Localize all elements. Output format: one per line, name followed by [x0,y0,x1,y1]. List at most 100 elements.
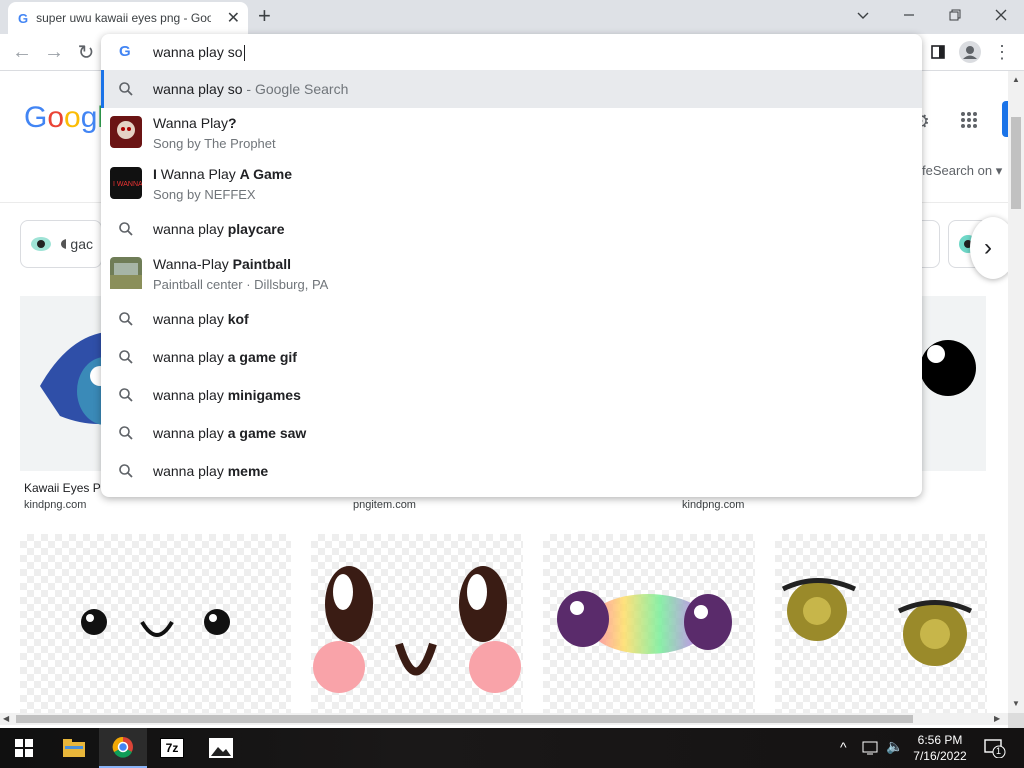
google-logo[interactable]: Googl [24,101,104,135]
search-icon [119,82,133,96]
chip-label: gac [70,236,93,252]
reload-button[interactable]: ↻ [72,38,100,66]
suggestion-item[interactable]: wanna play so - Google Search [101,70,922,108]
apps-grid-icon[interactable] [960,111,978,134]
omnibox[interactable]: G wanna play so [101,34,922,70]
tab-search-icon[interactable] [840,0,886,30]
suggestion-bold: A Game [239,166,293,182]
suggestion-bold: ? [227,115,237,131]
tab-title: super uwu kawaii eyes png - Goo [36,11,212,25]
black-eye-thumbnail [920,340,976,396]
menu-icon[interactable]: ⋮ [988,38,1016,66]
safesearch-label: feSearch on [922,163,993,178]
image-result[interactable] [916,296,986,471]
image-result[interactable] [20,534,291,713]
suggestion-item[interactable]: wanna play meme [101,452,922,490]
suggestion-text: Wanna Play [156,166,240,182]
result-source: kindpng.com [24,499,87,511]
7zip-icon[interactable]: 7z [148,728,196,768]
suggestion-text: wanna play [153,221,228,237]
suggestion-bold: Paintball [232,256,291,272]
tab-strip: G super uwu kawaii eyes png - Goo ✕ + [0,0,1024,34]
vertical-scrollbar[interactable]: ▲ ▼ [1008,71,1024,713]
browser-tab[interactable]: G super uwu kawaii eyes png - Goo ✕ [8,2,248,34]
search-icon [119,312,133,326]
back-button[interactable]: ← [8,38,36,66]
suggestion-subtitle: Song by NEFFEX [153,187,256,202]
suggestion-item[interactable]: wanna play playcare [101,210,922,248]
omnibox-dropdown: G wanna play so wanna play so - Google S… [101,34,922,497]
search-icon [119,350,133,364]
scroll-down-arrow-icon[interactable]: ▼ [1012,699,1020,708]
suggestion-text: Wanna Play [153,115,228,131]
suggestion-item[interactable]: wanna play minigames [101,376,922,414]
search-icon [119,222,133,236]
suggestion-text: wanna play [153,311,228,327]
suggestion-bold: playcare [227,221,285,237]
new-tab-button[interactable]: + [258,3,271,29]
minimize-button[interactable] [886,0,932,30]
profile-avatar[interactable] [956,38,984,66]
clock-time: 6:56 PM [917,733,963,747]
suggestion-item[interactable]: Wanna-Play Paintball Paintball center · … [101,252,922,296]
result-title[interactable]: Kawaii Eyes Pl [24,481,103,495]
omnibox-text: wanna play so [153,44,243,60]
suggestion-item[interactable]: wanna play a game gif [101,338,922,376]
tray-overflow-chevron-icon[interactable]: ^ [840,739,847,755]
uwu-face-thumbnail [81,609,230,637]
horizontal-scrollbar[interactable]: ◀ ▶ [0,713,1008,725]
volume-icon[interactable]: 🔈 [886,738,903,755]
windows-start-icon[interactable] [0,728,48,768]
suggestion-bold: a game gif [227,349,297,365]
suggestion-text: wanna play [153,349,228,365]
suggestion-text: wanna play so [153,81,243,97]
restore-button[interactable] [932,0,978,30]
rainbow-eyes-thumbnail [557,591,732,654]
scroll-left-arrow-icon[interactable]: ◀ [3,714,9,723]
close-tab-icon[interactable]: ✕ [227,8,240,28]
google-favicon-icon: G [18,10,29,26]
heart-eyes-thumbnail [781,578,973,666]
image-result[interactable] [775,534,987,713]
suggestion-item[interactable]: wanna play kof [101,300,922,338]
search-icon [119,426,133,440]
suggestion-item[interactable]: Wanna Play? Song by The Prophet [101,112,922,156]
omnibox-input[interactable]: wanna play so [153,44,245,62]
chrome-icon[interactable] [99,728,147,768]
suggestion-item[interactable]: wanna play a game saw [101,414,922,452]
search-icon [119,464,133,478]
safesearch-toggle[interactable]: feSearch on ▾ [922,163,1002,179]
svg-text:I WANNA: I WANNA [113,181,142,188]
forward-button[interactable]: → [40,38,68,66]
text-caret [243,45,245,62]
result-source: kindpng.com [682,499,745,511]
windows-taskbar: 7z ^ 🔈 6:56 PM 7/16/2022 1 [0,728,1024,768]
file-explorer-icon[interactable] [50,728,98,768]
photos-app-icon[interactable] [197,728,245,768]
scrollbar-thumb[interactable] [1011,117,1021,209]
search-icon [119,388,133,402]
suggestion-item[interactable]: I WANNA I Wanna Play A Game Song by NEFF… [101,162,922,206]
clock[interactable]: 6:56 PM 7/16/2022 [912,732,968,764]
kawaii-face-thumbnail [313,566,521,693]
suggestion-subtitle: Song by The Prophet [153,136,276,151]
close-window-button[interactable] [978,0,1024,30]
album-art-thumbnail [110,116,142,148]
image-result[interactable] [311,534,523,713]
scrollbar-corner [1008,713,1024,728]
notification-center-icon[interactable]: 1 [984,738,1006,761]
related-search-chip[interactable]: gac [20,220,102,268]
place-photo-thumbnail [110,257,142,289]
chip-thumbnail-icon [31,237,67,251]
side-panel-icon[interactable] [924,38,952,66]
scroll-up-arrow-icon[interactable]: ▲ [1012,75,1020,84]
network-icon[interactable] [862,740,880,759]
chips-next-arrow-icon[interactable]: › [970,217,1008,279]
scrollbar-thumb[interactable] [16,715,913,723]
album-art-thumbnail: I WANNA [110,167,143,199]
scroll-right-arrow-icon[interactable]: ▶ [994,714,1000,723]
suggestion-text: wanna play [153,463,228,479]
result-source: pngitem.com [353,499,416,511]
image-result[interactable] [543,534,755,713]
suggestion-bold: minigames [227,387,301,403]
